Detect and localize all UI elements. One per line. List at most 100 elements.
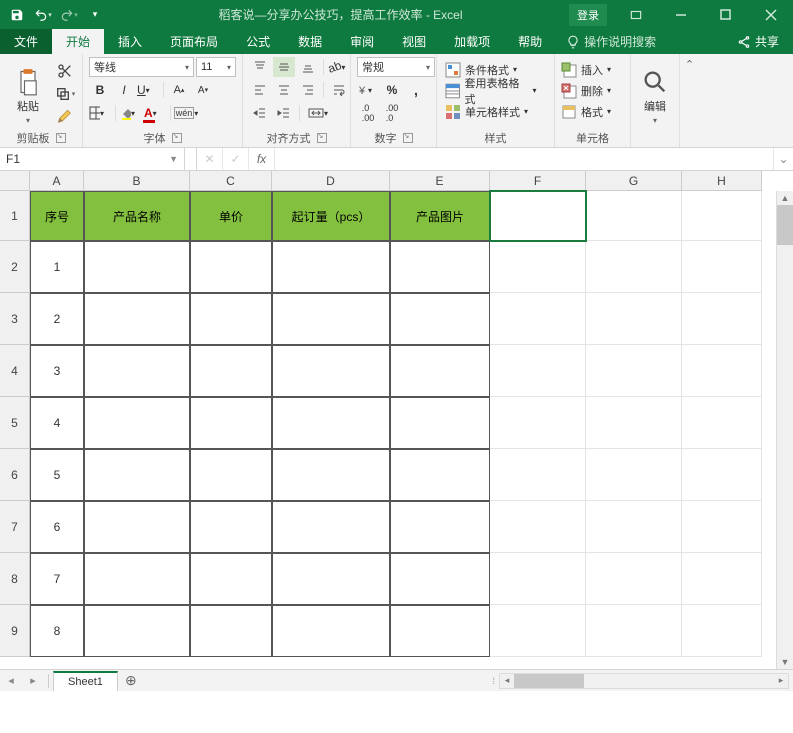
decrease-indent-button[interactable]	[249, 103, 271, 123]
cell-G4[interactable]	[586, 345, 682, 397]
cell-C7[interactable]	[190, 501, 272, 553]
cell-D1[interactable]: 起订量（pcs）	[272, 191, 390, 241]
cell-B2[interactable]	[84, 241, 190, 293]
new-sheet-button[interactable]: ⊕	[118, 672, 144, 689]
cell-E7[interactable]	[390, 501, 490, 553]
sheet-tab-active[interactable]: Sheet1	[53, 671, 118, 691]
sheet-nav-prev-icon[interactable]: ◂	[0, 674, 22, 687]
formula-input[interactable]	[275, 148, 773, 170]
expand-formula-bar-icon[interactable]: ⌄	[773, 148, 793, 170]
bold-button[interactable]: B	[89, 80, 111, 100]
cell-D8[interactable]	[272, 553, 390, 605]
cut-button[interactable]	[54, 61, 76, 81]
find-select-button[interactable]: 编辑 ▾	[637, 57, 673, 125]
format-cells-button[interactable]: 格式▾	[561, 101, 621, 122]
scroll-up-icon[interactable]: ▲	[777, 191, 793, 205]
font-color-button[interactable]: A▾	[144, 103, 166, 123]
cell-G3[interactable]	[586, 293, 682, 345]
column-header-E[interactable]: E	[390, 171, 490, 191]
tab-home[interactable]: 开始	[52, 29, 104, 54]
cell-H7[interactable]	[682, 501, 762, 553]
cell-E6[interactable]	[390, 449, 490, 501]
alignment-dialog-launcher[interactable]	[317, 133, 327, 143]
row-header-8[interactable]: 8	[0, 553, 30, 605]
row-header-1[interactable]: 1	[0, 191, 30, 241]
insert-function-icon[interactable]: fx	[249, 148, 275, 170]
cell-G5[interactable]	[586, 397, 682, 449]
row-header-5[interactable]: 5	[0, 397, 30, 449]
cell-H6[interactable]	[682, 449, 762, 501]
column-header-D[interactable]: D	[272, 171, 390, 191]
qat-customize-icon[interactable]: ▾	[84, 4, 106, 26]
clipboard-dialog-launcher[interactable]	[56, 133, 66, 143]
redo-icon[interactable]: ▾	[58, 4, 80, 26]
comma-button[interactable]: ,	[405, 80, 427, 100]
cell-D2[interactable]	[272, 241, 390, 293]
cell-C5[interactable]	[190, 397, 272, 449]
tell-me-search[interactable]: 操作说明搜索	[556, 29, 666, 54]
cell-E3[interactable]	[390, 293, 490, 345]
column-header-F[interactable]: F	[490, 171, 586, 191]
cell-A8[interactable]: 7	[30, 553, 84, 605]
cell-D6[interactable]	[272, 449, 390, 501]
cell-styles-button[interactable]: 单元格样式▾	[443, 101, 540, 122]
ribbon-display-icon[interactable]	[613, 0, 658, 29]
borders-button[interactable]: ▾	[89, 103, 111, 123]
column-header-H[interactable]: H	[682, 171, 762, 191]
scroll-left-icon[interactable]: ◂	[500, 675, 514, 686]
tab-formulas[interactable]: 公式	[232, 29, 284, 54]
cell-H4[interactable]	[682, 345, 762, 397]
cell-D4[interactable]	[272, 345, 390, 397]
merge-center-button[interactable]: ▾	[304, 103, 342, 123]
cell-E2[interactable]	[390, 241, 490, 293]
cell-G7[interactable]	[586, 501, 682, 553]
login-button[interactable]: 登录	[569, 4, 607, 26]
scroll-right-icon[interactable]: ▸	[774, 675, 788, 686]
align-top-button[interactable]	[249, 57, 271, 77]
cell-F2[interactable]	[490, 241, 586, 293]
paste-button[interactable]: 粘贴 ▾	[6, 57, 50, 125]
tab-insert[interactable]: 插入	[104, 29, 156, 54]
cell-C4[interactable]	[190, 345, 272, 397]
cell-B1[interactable]: 产品名称	[84, 191, 190, 241]
delete-cells-button[interactable]: 删除▾	[561, 80, 621, 101]
row-header-3[interactable]: 3	[0, 293, 30, 345]
cell-A7[interactable]: 6	[30, 501, 84, 553]
format-as-table-button[interactable]: 套用表格格式▾	[443, 80, 548, 101]
cell-B4[interactable]	[84, 345, 190, 397]
cell-A5[interactable]: 4	[30, 397, 84, 449]
cell-A1[interactable]: 序号	[30, 191, 84, 241]
increase-decimal-button[interactable]: .0.00	[357, 103, 379, 123]
cell-D7[interactable]	[272, 501, 390, 553]
copy-button[interactable]: ▾	[54, 84, 76, 104]
close-icon[interactable]	[748, 0, 793, 29]
cell-B7[interactable]	[84, 501, 190, 553]
align-center-button[interactable]	[273, 80, 295, 100]
increase-indent-button[interactable]	[273, 103, 295, 123]
cell-C2[interactable]	[190, 241, 272, 293]
row-header-4[interactable]: 4	[0, 345, 30, 397]
save-icon[interactable]	[6, 4, 28, 26]
tab-review[interactable]: 审阅	[336, 29, 388, 54]
cell-F7[interactable]	[490, 501, 586, 553]
column-header-B[interactable]: B	[84, 171, 190, 191]
font-name-combo[interactable]: 等线▾	[89, 57, 194, 77]
cell-E4[interactable]	[390, 345, 490, 397]
orientation-button[interactable]: ab▾	[328, 57, 350, 77]
cell-G2[interactable]	[586, 241, 682, 293]
align-middle-button[interactable]	[273, 57, 295, 77]
cell-G6[interactable]	[586, 449, 682, 501]
tab-view[interactable]: 视图	[388, 29, 440, 54]
row-header-6[interactable]: 6	[0, 449, 30, 501]
cell-D9[interactable]	[272, 605, 390, 657]
scroll-down-icon[interactable]: ▼	[777, 655, 793, 669]
cell-H2[interactable]	[682, 241, 762, 293]
align-right-button[interactable]	[297, 80, 319, 100]
cell-C1[interactable]: 单价	[190, 191, 272, 241]
cell-C8[interactable]	[190, 553, 272, 605]
share-button[interactable]: 共享	[723, 29, 793, 54]
cell-C3[interactable]	[190, 293, 272, 345]
undo-icon[interactable]: ▾	[32, 4, 54, 26]
cell-A3[interactable]: 2	[30, 293, 84, 345]
number-dialog-launcher[interactable]	[403, 133, 413, 143]
